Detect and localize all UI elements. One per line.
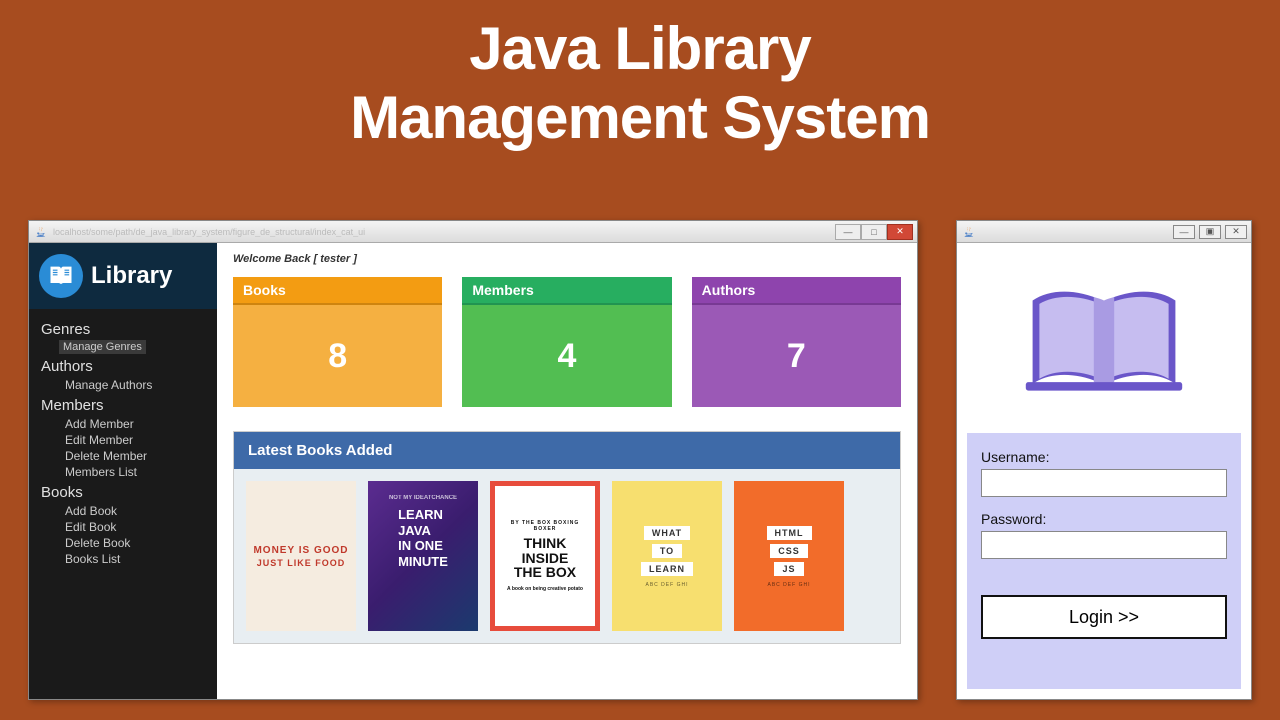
main-content: Welcome Back [ tester ] Books8Members4Au…: [217, 243, 917, 699]
app-titlebar: localhost/some/path/de_java_library_syst…: [29, 221, 917, 243]
stats-row: Books8Members4Authors7: [233, 277, 901, 407]
book-icon: [39, 254, 83, 298]
stat-title: Authors: [692, 277, 901, 305]
book-cover[interactable]: HTML CSS JS ABC DEF GHI: [734, 481, 844, 631]
sidebar-item[interactable]: Delete Member: [29, 448, 217, 464]
stat-card[interactable]: Authors7: [692, 277, 901, 407]
stat-value: 8: [233, 305, 442, 407]
stat-card[interactable]: Books8: [233, 277, 442, 407]
sidebar-item[interactable]: Add Book: [29, 503, 217, 519]
sidebar-item[interactable]: Edit Member: [29, 432, 217, 448]
stat-title: Members: [462, 277, 671, 305]
close-button[interactable]: ✕: [1225, 225, 1247, 239]
login-titlebar: — ▣ ✕: [957, 221, 1251, 243]
sidebar-item[interactable]: Manage Genres: [59, 340, 146, 354]
sidebar-item[interactable]: Add Member: [29, 416, 217, 432]
sidebar-item[interactable]: Manage Authors: [29, 377, 217, 393]
book-cover[interactable]: NOT MY IDEATCHANCE LEARN JAVA IN ONE MIN…: [368, 481, 478, 631]
login-form: Username: Password: Login >>: [967, 433, 1241, 689]
username-label: Username:: [981, 449, 1227, 465]
nav-list: GenresManage GenresAuthorsManage Authors…: [29, 309, 217, 575]
latest-books-title: Latest Books Added: [234, 432, 900, 469]
login-logo: [967, 253, 1241, 433]
latest-books-panel: Latest Books Added MONEY IS GOOD JUST LI…: [233, 431, 901, 644]
password-label: Password:: [981, 511, 1227, 527]
stat-card[interactable]: Members4: [462, 277, 671, 407]
book-cover[interactable]: BY THE BOX BOXING BOXER THINK INSIDE THE…: [490, 481, 600, 631]
login-button[interactable]: Login >>: [981, 595, 1227, 639]
banner-title: Java Library Management System: [0, 0, 1280, 152]
minimize-button[interactable]: —: [1173, 225, 1195, 239]
sidebar-category[interactable]: Members: [29, 393, 217, 416]
banner-line-1: Java Library: [0, 14, 1280, 83]
banner-line-2: Management System: [0, 83, 1280, 152]
app-window: localhost/some/path/de_java_library_syst…: [28, 220, 918, 700]
sidebar-item[interactable]: Members List: [29, 464, 217, 480]
maximize-button[interactable]: □: [861, 224, 887, 240]
stat-value: 4: [462, 305, 671, 407]
password-input[interactable]: [981, 531, 1227, 559]
java-icon: [35, 226, 47, 238]
logo-text: Library: [91, 262, 172, 290]
book-cover[interactable]: WHAT TO LEARN ABC DEF GHI: [612, 481, 722, 631]
book-cover[interactable]: MONEY IS GOOD JUST LIKE FOOD: [246, 481, 356, 631]
welcome-text: Welcome Back [ tester ]: [233, 253, 901, 265]
stat-value: 7: [692, 305, 901, 407]
sidebar-item[interactable]: Edit Book: [29, 519, 217, 535]
close-button[interactable]: ✕: [887, 224, 913, 240]
sidebar: Library GenresManage GenresAuthorsManage…: [29, 243, 217, 699]
stat-title: Books: [233, 277, 442, 305]
sidebar-category[interactable]: Books: [29, 480, 217, 503]
books-row: MONEY IS GOOD JUST LIKE FOOD NOT MY IDEA…: [234, 469, 900, 643]
username-input[interactable]: [981, 469, 1227, 497]
sidebar-item[interactable]: Books List: [29, 551, 217, 567]
minimize-button[interactable]: —: [835, 224, 861, 240]
sidebar-category[interactable]: Genres: [29, 317, 217, 340]
sidebar-item[interactable]: Delete Book: [29, 535, 217, 551]
java-icon: [963, 226, 975, 238]
url-hint: localhost/some/path/de_java_library_syst…: [53, 227, 835, 237]
login-window: — ▣ ✕ Username: Password: Login >>: [956, 220, 1252, 700]
sidebar-category[interactable]: Authors: [29, 354, 217, 377]
open-book-icon: [1019, 273, 1189, 413]
maximize-button[interactable]: ▣: [1199, 225, 1221, 239]
logo-block: Library: [29, 243, 217, 309]
